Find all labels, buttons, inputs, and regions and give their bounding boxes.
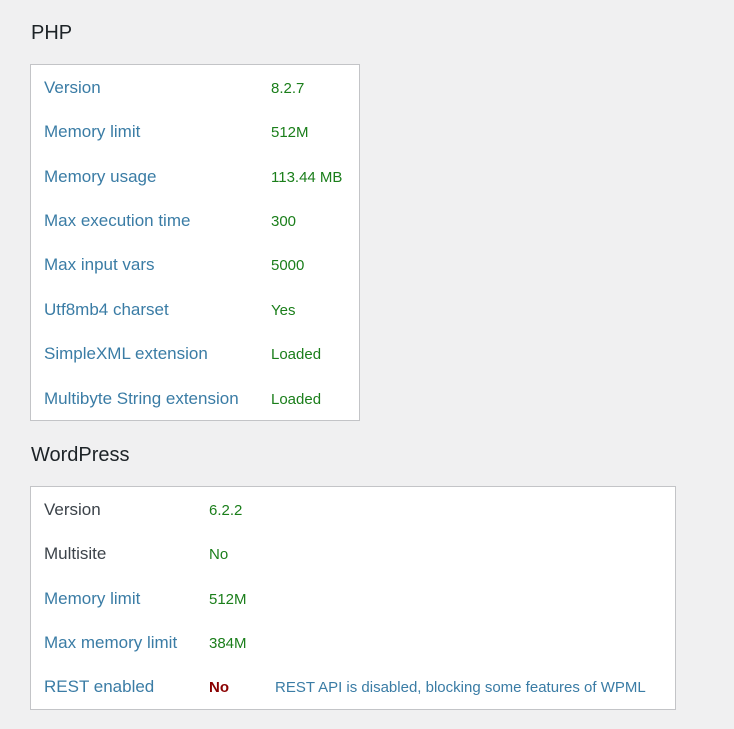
php-row-version: Version 8.2.7 — [31, 65, 359, 109]
php-value-utf8mb4-charset: Yes — [271, 302, 296, 319]
php-value-simplexml-extension: Loaded — [271, 346, 322, 363]
php-value-max-execution-time: 300 — [271, 213, 297, 230]
php-label-utf8mb4-charset[interactable]: Utf8mb4 charset — [44, 299, 169, 321]
php-value-multibyte-string-extension: Loaded — [271, 391, 322, 408]
wordpress-info-table: Version 6.2.2 Multisite No Memory limit … — [30, 486, 676, 710]
php-info-table: Version 8.2.7 Memory limit 512M Memory u… — [30, 64, 360, 421]
wp-value-memory-limit: 512M — [209, 591, 247, 608]
wp-label-multisite: Multisite — [44, 544, 107, 563]
php-row-max-execution-time: Max execution time 300 — [31, 198, 359, 242]
php-label-multibyte-string-extension[interactable]: Multibyte String extension — [44, 388, 239, 410]
rest-api-disabled-note: REST API is disabled, blocking some feat… — [275, 679, 646, 696]
wp-label-max-memory-limit[interactable]: Max memory limit — [44, 632, 177, 654]
php-row-memory-usage: Memory usage 113.44 MB — [31, 154, 359, 198]
wp-value-multisite: No — [209, 546, 229, 563]
php-value-max-input-vars: 5000 — [271, 257, 305, 274]
wp-row-version: Version 6.2.2 — [31, 487, 675, 531]
php-label-max-execution-time[interactable]: Max execution time — [44, 210, 190, 232]
wp-label-version: Version — [44, 500, 101, 519]
wp-row-memory-limit: Memory limit 512M — [31, 576, 675, 620]
wp-value-version: 6.2.2 — [209, 502, 243, 519]
php-label-memory-limit[interactable]: Memory limit — [44, 121, 140, 143]
php-section-title: PHP — [31, 22, 73, 44]
php-label-memory-usage[interactable]: Memory usage — [44, 166, 156, 188]
wp-value-rest-enabled: No — [209, 679, 229, 696]
wp-row-rest-enabled: REST enabled No REST API is disabled, bl… — [31, 664, 675, 708]
php-value-memory-usage: 113.44 MB — [271, 169, 343, 186]
php-value-version: 8.2.7 — [271, 80, 305, 97]
php-row-memory-limit: Memory limit 512M — [31, 109, 359, 153]
php-label-version[interactable]: Version — [44, 77, 101, 99]
php-row-simplexml-extension: SimpleXML extension Loaded — [31, 331, 359, 375]
php-label-max-input-vars[interactable]: Max input vars — [44, 254, 155, 276]
wp-label-memory-limit[interactable]: Memory limit — [44, 588, 140, 610]
php-row-utf8mb4-charset: Utf8mb4 charset Yes — [31, 287, 359, 331]
wordpress-section-title: WordPress — [31, 444, 130, 466]
wp-value-max-memory-limit: 384M — [209, 635, 247, 652]
php-label-simplexml-extension[interactable]: SimpleXML extension — [44, 343, 208, 365]
wp-row-multisite: Multisite No — [31, 531, 675, 575]
php-value-memory-limit: 512M — [271, 124, 309, 141]
wp-row-max-memory-limit: Max memory limit 384M — [31, 620, 675, 664]
php-row-multibyte-string-extension: Multibyte String extension Loaded — [31, 376, 359, 420]
system-status-page: PHP Version 8.2.7 Memory limit 512M Memo… — [0, 0, 734, 729]
php-row-max-input-vars: Max input vars 5000 — [31, 242, 359, 286]
wp-label-rest-enabled[interactable]: REST enabled — [44, 676, 154, 698]
